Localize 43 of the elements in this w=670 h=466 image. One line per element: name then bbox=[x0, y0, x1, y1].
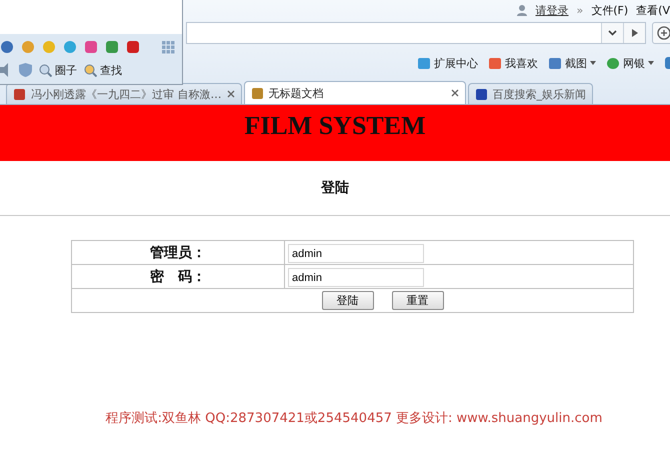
go-button[interactable] bbox=[623, 23, 645, 43]
user-icon bbox=[516, 4, 528, 16]
input-field[interactable]: admin bbox=[288, 244, 424, 264]
app-icon[interactable] bbox=[105, 40, 119, 54]
input-field[interactable]: admin bbox=[288, 268, 424, 288]
popup-link[interactable]: 查找 bbox=[84, 62, 122, 78]
plus-button[interactable] bbox=[652, 22, 670, 44]
app-icon[interactable] bbox=[21, 40, 35, 54]
page-icon bbox=[13, 88, 26, 100]
menu-item[interactable]: 查看(V bbox=[636, 2, 670, 18]
close-icon[interactable] bbox=[450, 89, 458, 97]
page-icon bbox=[474, 88, 488, 100]
search-icon bbox=[39, 64, 52, 77]
address-field[interactable] bbox=[186, 22, 646, 44]
close-icon[interactable] bbox=[226, 90, 234, 98]
play-icon bbox=[632, 29, 638, 37]
app-icon[interactable] bbox=[126, 40, 140, 54]
footer-text: 程序测试:双鱼林 QQ:287307421或254540457 更多设计: www.shuangyulin.com bbox=[104, 410, 604, 427]
toolbar-button[interactable]: 扩展中心 bbox=[417, 56, 478, 70]
browser-tab[interactable]: 百度搜索_娱乐新闻 bbox=[468, 83, 593, 104]
form-button[interactable]: 重置 bbox=[392, 291, 444, 310]
toolbar-button[interactable]: 网银 bbox=[606, 56, 654, 70]
login-link[interactable]: 请登录 bbox=[536, 2, 569, 18]
banner-title: FILM SYSTEM bbox=[244, 111, 426, 141]
app-icon[interactable] bbox=[0, 40, 14, 54]
browser-tab[interactable]: 无标题文档 bbox=[244, 81, 466, 104]
grid-icon[interactable] bbox=[161, 40, 175, 54]
chevron-down-icon bbox=[608, 30, 617, 36]
menu-item[interactable]: 文件(F) bbox=[591, 2, 628, 18]
field-label: 管理员： bbox=[149, 244, 207, 262]
page-icon bbox=[250, 86, 264, 100]
dropdown-button[interactable] bbox=[601, 23, 623, 43]
search-icon bbox=[84, 64, 97, 77]
page-heading: 登陆 bbox=[320, 179, 350, 197]
popup-link[interactable]: 圈子 bbox=[39, 62, 77, 78]
shield-icon[interactable] bbox=[19, 63, 32, 78]
toolbar-button[interactable]: 截图 bbox=[548, 56, 596, 70]
app-icon[interactable] bbox=[63, 40, 77, 54]
field-label: 密 码： bbox=[149, 268, 207, 286]
form-button[interactable]: 登陆 bbox=[322, 291, 374, 310]
browser-tab[interactable]: 冯小刚透露《一九四二》过审 自称激… bbox=[6, 83, 242, 104]
app-icon[interactable] bbox=[84, 40, 98, 54]
toolbar-button[interactable]: 我喜欢 bbox=[488, 56, 538, 70]
